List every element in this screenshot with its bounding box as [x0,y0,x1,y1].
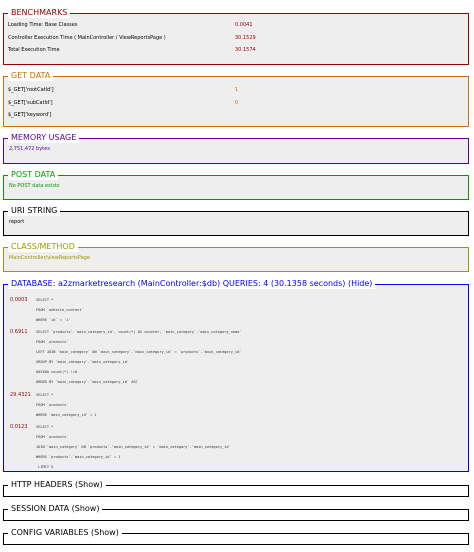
table-row: Loading Time: Base Classes 0.0041 [6,19,467,32]
get-key: $_GET['subCatId'] [8,99,53,106]
query-line: FROM `products` [36,435,69,439]
session-panel: SESSION DATA (Show) [3,504,469,521]
query-line: JOIN `main_category` ON `products`.`main… [36,445,231,449]
get-data-panel: GET DATA $_GET['rootCatId'] 1 $_GET['subC… [3,71,469,127]
benchmarks-panel: BENCHMARKS Loading Time: Base Classes 0.0… [3,8,469,65]
query-line: SELECT * [36,393,54,397]
benchmark-label: Controller Execution Time ( MainControll… [8,34,166,41]
query-time: 0.0003 [10,297,28,303]
query-time: 0.0123 [10,424,28,430]
benchmarks-table: Loading Time: Base Classes 0.0041 Control… [6,19,467,57]
post-value: No POST data exists [9,183,60,189]
table-row: $_GET['subCatId'] 0 [6,97,467,110]
benchmark-value: 0.0041 [235,22,253,29]
session-toggle[interactable]: SESSION DATA (Show) [8,504,103,514]
post-title: POST DATA [8,170,59,180]
table-row: Controller Execution Time ( MainControll… [6,32,467,45]
benchmark-value: 30.1529 [235,34,256,41]
uri-title: URI STRING [8,206,61,216]
get-key: $_GET['rootCatId'] [8,87,54,94]
query-line: LEFT JOIN `main_category` ON `main_categ… [36,350,242,354]
get-value: 1 [235,87,239,94]
query-line: SELECT * [36,425,54,429]
table-row: $_GET['rootCatId'] 1 [6,84,467,97]
http-headers-toggle[interactable]: HTTP HEADERS (Show) [8,480,106,490]
benchmarks-title: BENCHMARKS [8,8,71,18]
query-line: FROM `products` [36,340,69,344]
get-data-table: $_GET['rootCatId'] 1 $_GET['subCatId'] 0 $… [6,84,467,122]
query-time: 29.4321 [10,392,31,398]
query-line: WHERE `id` = '1' [36,318,71,322]
query-line: FROM `products` [36,403,69,407]
memory-value: 2,751,472 bytes [9,146,50,152]
query-line: SELECT * [36,298,54,302]
query-line: LIMIT 5 [36,465,54,469]
query-line: ORDER BY `main_category`.`main_category_… [36,380,138,384]
benchmark-label: Loading Time: Base Classes [8,22,78,29]
table-row: Total Execution Time 30.1574 [6,44,467,57]
get-data-title: GET DATA [8,71,54,81]
query-line: GROUP BY `main_category`.`main_category_… [36,360,130,364]
memory-title: MEMORY USAGE [8,133,80,143]
class-method-value: MainController/viewReportsPage [9,255,91,261]
query-line: HAVING count(*) !=0 [36,370,78,374]
query-line: WHERE `products`.`main_category_id` = 1 [36,455,121,459]
query-line: FROM `website_content` [36,308,84,312]
query-list: 0.0003 SELECT * FROM `website_content` W… [6,289,467,469]
table-row: $_GET['keyword'] [6,109,467,122]
config-toggle[interactable]: CONFIG VARIABLES (Show) [8,528,122,538]
http-headers-panel: HTTP HEADERS (Show) [3,480,469,497]
post-panel: POST DATA No POST data exists [3,170,469,200]
class-method-title: CLASS/METHOD [8,242,78,252]
uri-panel: URI STRING report [3,206,469,236]
database-panel: DATABASE: a2zmarketresearch (MainControl… [3,279,469,472]
get-value [233,109,467,122]
benchmark-value: 30.1574 [235,47,256,54]
database-title[interactable]: DATABASE: a2zmarketresearch (MainControl… [8,279,376,289]
benchmark-label: Total Execution Time [8,47,60,54]
query-line: WHERE `main_category_id` = 1 [36,413,97,417]
get-key: $_GET['keyword'] [8,112,52,119]
query-time: 0.6911 [10,329,28,335]
memory-panel: MEMORY USAGE 2,751,472 bytes [3,133,469,164]
uri-value: report [9,219,25,225]
query-line: SELECT `products`.`main_category_id`, co… [36,330,242,334]
get-value: 0 [235,99,239,106]
class-method-panel: CLASS/METHOD MainController/viewReportsP… [3,242,469,272]
config-panel: CONFIG VARIABLES (Show) [3,528,469,545]
